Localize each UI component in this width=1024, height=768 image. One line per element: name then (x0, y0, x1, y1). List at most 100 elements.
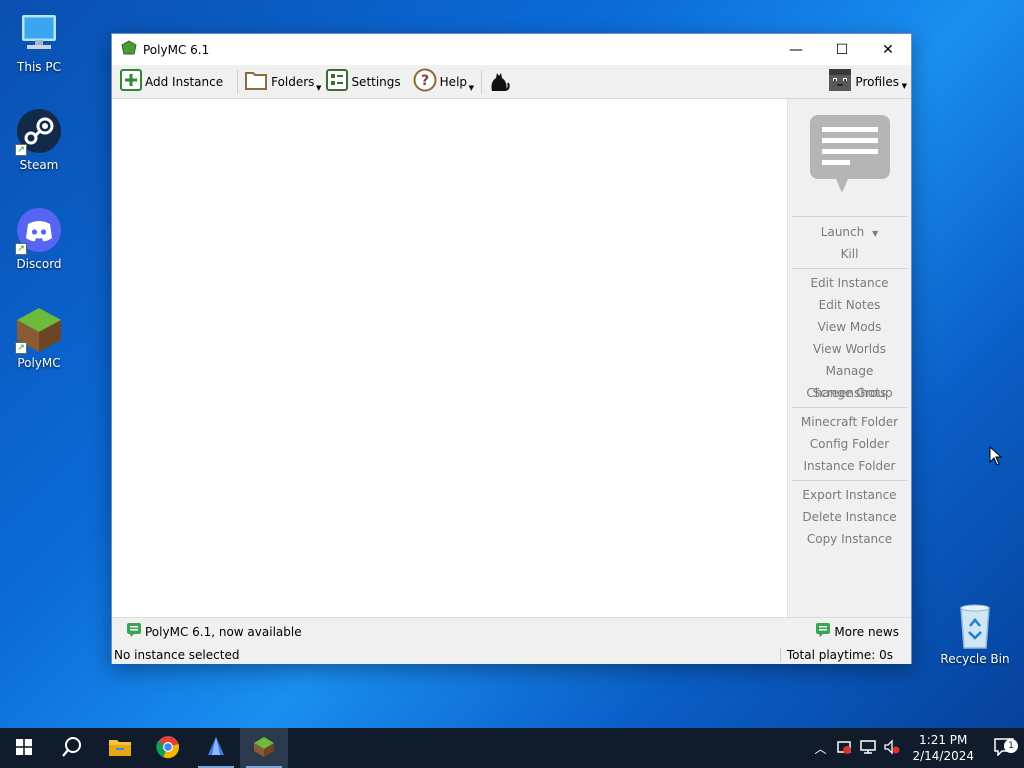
instance-list[interactable] (112, 99, 787, 617)
close-button[interactable]: ✕ (865, 34, 911, 65)
main-toolbar: Add Instance Folders ▼ Settings ? Help ▼ (112, 65, 911, 99)
settings-button[interactable]: Settings (326, 68, 404, 96)
show-hidden-icons-button[interactable]: ︿ (808, 740, 832, 757)
dropdown-arrow-icon: ▼ (468, 83, 475, 92)
news-headline-link[interactable]: PolyMC 6.1, now available (145, 625, 302, 639)
title-bar[interactable]: PolyMC 6.1 — ☐ ✕ (112, 34, 911, 65)
view-worlds-button[interactable]: View Worlds (788, 338, 911, 360)
cat-icon (488, 68, 510, 95)
view-mods-button[interactable]: View Mods (788, 316, 911, 338)
dropdown-arrow-icon: ▼ (316, 83, 322, 92)
add-instance-button[interactable]: Add Instance (120, 68, 227, 96)
desktop-icon-label: Recycle Bin (940, 652, 1010, 666)
player-avatar-icon (829, 69, 852, 94)
maximize-button[interactable]: ☐ (819, 34, 865, 65)
settings-label: Settings (351, 74, 401, 89)
clock-date: 2/14/2024 (912, 749, 974, 763)
instance-folder-button[interactable]: Instance Folder (788, 455, 911, 477)
desktop-icon-polymc[interactable]: ↗ PolyMC (1, 306, 77, 370)
kill-button[interactable]: Kill (788, 243, 911, 265)
more-news-button[interactable]: More news (815, 622, 899, 641)
desktop-icon-steam[interactable]: ↗ Steam (1, 108, 77, 172)
taskbar-chrome[interactable] (144, 728, 192, 768)
export-instance-button[interactable]: Export Instance (788, 484, 911, 506)
help-button[interactable]: ? Help ▼ (413, 68, 475, 96)
volume-muted-icon (884, 738, 900, 758)
folders-button[interactable]: Folders ▼ (244, 68, 322, 96)
desktop-icon-label: This PC (17, 60, 61, 74)
status-playtime-text: Total playtime: 0s (779, 647, 893, 662)
network-tray-button[interactable] (856, 739, 880, 758)
sidebar-separator (792, 480, 907, 481)
sidebar-separator (792, 407, 907, 408)
polymc-icon: ↗ (15, 306, 63, 354)
change-group-button[interactable]: Change Group (788, 382, 911, 404)
notification-count-badge: 1 (1004, 738, 1018, 753)
system-tray: ︿ 1:21 PM 2/14/2024 1 (808, 728, 1024, 768)
close-icon: ✕ (882, 41, 894, 58)
minimize-icon: — (789, 41, 803, 58)
delete-instance-button[interactable]: Delete Instance (788, 506, 911, 528)
edit-instance-button[interactable]: Edit Instance (788, 272, 911, 294)
steam-icon: ↗ (15, 108, 63, 156)
minimize-button[interactable]: — (773, 34, 819, 65)
copy-instance-button[interactable]: Copy Instance (788, 528, 911, 550)
settings-icon (326, 69, 349, 94)
desktop-icon-discord[interactable]: ↗ Discord (1, 207, 77, 271)
desktop-icon-label: Steam (19, 158, 59, 172)
cat-button[interactable] (488, 68, 514, 96)
add-instance-label: Add Instance (145, 74, 224, 89)
notes-bubble-icon (808, 113, 892, 200)
folders-label: Folders (271, 74, 315, 89)
svg-text:?: ? (421, 73, 429, 89)
sidebar-separator (792, 268, 907, 269)
security-tray-button[interactable] (832, 739, 856, 758)
start-button[interactable] (0, 728, 48, 768)
search-button[interactable] (48, 728, 96, 768)
polymc-window: PolyMC 6.1 — ☐ ✕ Add Instance Folders ▼ … (111, 33, 912, 664)
help-icon: ? (413, 68, 437, 95)
manage-screenshots-button[interactable]: Manage Screenshots (788, 360, 911, 400)
taskbar: ︿ 1:21 PM 2/14/2024 1 (0, 728, 1024, 768)
status-selection-text: No instance selected (114, 647, 240, 662)
shortcut-arrow-icon: ↗ (15, 342, 27, 354)
news-bar: PolyMC 6.1, now available More news (112, 617, 911, 645)
dropdown-arrow-icon: ▼ (872, 229, 879, 238)
volume-tray-button[interactable] (880, 738, 904, 758)
recycle-bin-icon (951, 602, 999, 650)
desktop-icon-this-pc[interactable]: This PC (1, 10, 77, 74)
discord-icon: ↗ (15, 207, 63, 255)
shortcut-arrow-icon: ↗ (15, 243, 27, 255)
instance-icon-area[interactable] (788, 99, 911, 213)
taskbar-app-blue[interactable] (192, 728, 240, 768)
shortcut-arrow-icon: ↗ (15, 144, 27, 156)
pinned-app-icon (204, 735, 228, 762)
toolbar-separator (237, 69, 239, 94)
network-icon (860, 739, 877, 758)
clock-time: 1:21 PM (919, 733, 968, 747)
profiles-button[interactable]: Profiles ▼ (829, 69, 907, 94)
add-instance-icon (120, 69, 142, 94)
chrome-icon (156, 735, 180, 762)
taskbar-file-explorer[interactable] (96, 728, 144, 768)
chevron-up-icon: ︿ (814, 741, 827, 756)
clock[interactable]: 1:21 PM 2/14/2024 (912, 732, 974, 764)
mouse-cursor-icon (989, 445, 1003, 469)
toolbar-separator (481, 69, 483, 94)
windows-logo-icon (16, 738, 32, 758)
news-bubble-icon (815, 622, 831, 641)
config-folder-button[interactable]: Config Folder (788, 433, 911, 455)
file-explorer-icon (108, 737, 132, 760)
notification-center-button[interactable]: 1 (984, 737, 1024, 759)
desktop-icon-recycle-bin[interactable]: Recycle Bin (937, 602, 1013, 666)
help-label: Help (439, 74, 468, 89)
polymc-app-icon (121, 40, 137, 59)
edit-notes-button[interactable]: Edit Notes (788, 294, 911, 316)
computer-icon (15, 10, 63, 58)
status-bar: No instance selected Total playtime: 0s (112, 645, 911, 664)
minecraft-folder-button[interactable]: Minecraft Folder (788, 411, 911, 433)
desktop-icon-label: Discord (16, 257, 62, 271)
taskbar-polymc[interactable] (240, 728, 288, 768)
launch-button[interactable]: Launch ▼ (788, 221, 911, 243)
folder-icon (244, 69, 268, 94)
